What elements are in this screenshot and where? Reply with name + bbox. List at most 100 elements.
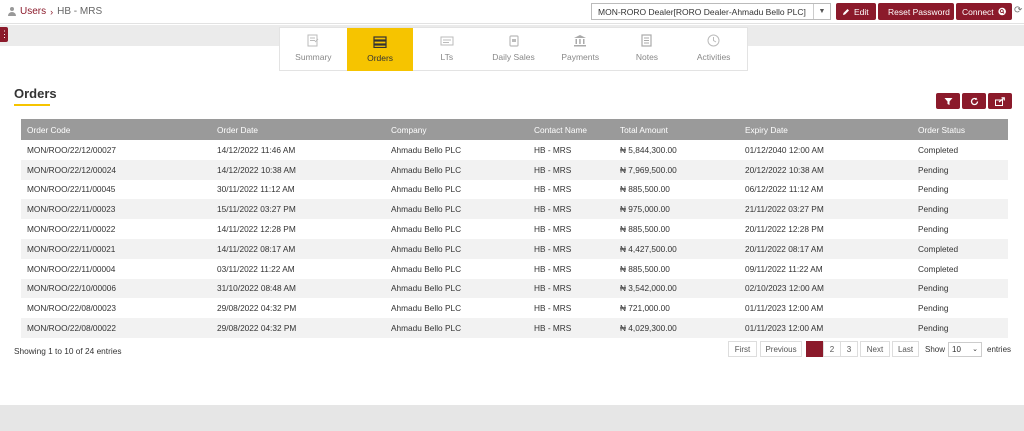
- order-code-link[interactable]: MON/ROO/22/11/00004: [21, 259, 211, 279]
- table-row[interactable]: MON/ROO/22/11/00022 14/11/2022 12:28 PM Ah…: [21, 219, 1008, 239]
- breadcrumb-current: HB - MRS: [57, 6, 103, 17]
- tab-daily-sales[interactable]: Daily Sales: [480, 28, 547, 70]
- table-cell: ₦ 4,029,300.00: [614, 318, 739, 338]
- page-size-select[interactable]: 10 ⌄: [948, 342, 982, 357]
- column-header[interactable]: Order Status: [912, 119, 1008, 140]
- column-header[interactable]: Total Amount: [614, 119, 739, 140]
- order-code-link[interactable]: MON/ROO/22/11/00023: [21, 199, 211, 220]
- order-code-link[interactable]: MON/ROO/22/11/00021: [21, 238, 211, 259]
- reset-password-label: Reset Password: [888, 6, 950, 17]
- footer: [0, 405, 1024, 431]
- table-cell: ₦ 885,500.00: [620, 224, 670, 235]
- table-cell: Ahmadu Bello PLC: [391, 224, 462, 235]
- table-cell: Ahmadu Bello PLC: [385, 159, 528, 180]
- dealer-select-value: MON-RORO Dealer[RORO Dealer-Ahmadu Bello…: [598, 7, 806, 17]
- export-button[interactable]: [988, 93, 1012, 109]
- tab-notes[interactable]: Notes: [614, 28, 681, 70]
- breadcrumb-separator: ›: [50, 6, 54, 17]
- sidebar-toggle-icon[interactable]: ⋮: [0, 27, 9, 42]
- export-icon: [995, 96, 1005, 106]
- table-cell: ₦ 885,500.00: [620, 184, 670, 195]
- table-cell: Pending: [918, 303, 949, 314]
- next-page-button[interactable]: Next: [860, 341, 890, 357]
- table-row[interactable]: MON/ROO/22/11/00045 30/11/2022 11:12 AM Ah…: [21, 180, 1008, 200]
- tab-summary[interactable]: Summary: [280, 28, 347, 70]
- order-code-link[interactable]: MON/ROO/22/12/00027: [21, 140, 211, 160]
- refresh-icon: [970, 97, 978, 105]
- order-code-link[interactable]: MON/ROO/22/10/00006: [21, 278, 211, 299]
- order-code-link[interactable]: MON/ROO/22/11/00022: [21, 219, 211, 239]
- dealer-select[interactable]: MON-RORO Dealer[RORO Dealer-Ahmadu Bello…: [591, 3, 831, 20]
- table-cell: HB - MRS: [528, 199, 614, 220]
- column-header[interactable]: Expiry Date: [739, 119, 912, 140]
- table-cell: 06/12/2022 11:12 AM: [745, 184, 824, 195]
- title-underline: [14, 104, 50, 106]
- tab-payments[interactable]: Payments: [547, 28, 614, 70]
- table-cell: 14/11/2022 12:28 PM: [217, 224, 296, 235]
- chat-icon: [998, 7, 1006, 16]
- chevron-down-icon: ⌄: [972, 346, 978, 353]
- reset-password-button[interactable]: Reset Password: [878, 3, 954, 20]
- tab-orders[interactable]: Orders: [346, 28, 414, 71]
- table-cell: Pending: [912, 159, 1008, 180]
- last-page-button[interactable]: Last: [892, 341, 919, 357]
- edit-button[interactable]: Edit: [836, 3, 876, 20]
- table-cell: ₦ 5,844,300.00: [620, 144, 677, 155]
- previous-page-button[interactable]: Previous: [760, 341, 802, 357]
- table-cell: 01/11/2023 12:00 AM: [745, 303, 824, 314]
- order-code-link[interactable]: MON/ROO/22/08/00023: [21, 298, 211, 318]
- table-cell: HB - MRS: [534, 263, 572, 274]
- order-code-link[interactable]: MON/ROO/22/08/00022: [21, 318, 211, 338]
- table-row[interactable]: MON/ROO/22/08/00023 29/08/2022 04:32 PM Ah…: [21, 298, 1008, 318]
- activities-icon: [707, 34, 721, 47]
- entries-label: entries: [987, 345, 1012, 354]
- column-header[interactable]: Order Code: [21, 119, 211, 140]
- top-bar: Users › HB - MRS MON-RORO Dealer[RORO De…: [0, 0, 1024, 24]
- page-1-button[interactable]: 1: [806, 341, 824, 357]
- table-cell: 03/11/2022 11:22 AM: [217, 263, 295, 274]
- chevron-down-icon[interactable]: ▼: [813, 4, 830, 19]
- tab-activities[interactable]: Activities: [680, 28, 747, 70]
- connect-button[interactable]: Connect: [956, 3, 1012, 20]
- table-cell: 29/08/2022 04:32 PM: [217, 303, 297, 314]
- table-cell: HB - MRS: [534, 144, 572, 155]
- table-row[interactable]: MON/ROO/22/10/00006 31/10/2022 08:48 AM Ah…: [21, 278, 1008, 299]
- table-cell: ₦ 975,000.00: [614, 199, 739, 220]
- table-cell: 01/12/2040 12:00 AM: [745, 144, 824, 155]
- tab-orders-label: Orders: [367, 53, 394, 63]
- table-cell: 14/11/2022 08:17 AM: [211, 238, 385, 259]
- user-icon: [8, 7, 16, 16]
- refresh-icon[interactable]: ⟳: [1014, 5, 1022, 16]
- orders-table-body: MON/ROO/22/12/00027 14/12/2022 11:46 AM Ah…: [21, 140, 1008, 338]
- page-3-button[interactable]: 3: [840, 341, 858, 357]
- refresh-button[interactable]: [962, 93, 986, 109]
- table-cell: Ahmadu Bello PLC: [391, 144, 462, 155]
- table-row[interactable]: MON/ROO/22/11/00004 03/11/2022 11:22 AM Ah…: [21, 259, 1008, 279]
- table-cell: ₦ 7,969,500.00: [614, 159, 739, 180]
- table-row[interactable]: MON/ROO/22/12/00024 14/12/2022 10:38 AM Ah…: [21, 159, 1008, 180]
- filter-button[interactable]: [936, 93, 960, 109]
- first-page-button[interactable]: First: [728, 341, 757, 357]
- table-row[interactable]: MON/ROO/22/11/00021 14/11/2022 08:17 AM Ah…: [21, 238, 1008, 259]
- entries-info: Showing 1 to 10 of 24 entries: [14, 346, 122, 356]
- bank-icon: [573, 34, 587, 47]
- order-code-link[interactable]: MON/ROO/22/12/00024: [21, 159, 211, 180]
- breadcrumb-users-link[interactable]: Users: [20, 6, 46, 17]
- breadcrumb: Users › HB - MRS: [8, 6, 102, 17]
- table-row[interactable]: MON/ROO/22/11/00023 15/11/2022 03:27 PM Ah…: [21, 199, 1008, 220]
- tab-lts[interactable]: LTs: [413, 28, 480, 70]
- tab-lts-label: LTs: [440, 52, 454, 62]
- order-code-link[interactable]: MON/ROO/22/11/00045: [21, 180, 211, 200]
- table-cell: Pending: [912, 199, 1008, 220]
- table-cell: Ahmadu Bello PLC: [385, 278, 528, 299]
- table-row[interactable]: MON/ROO/22/08/00022 29/08/2022 04:32 PM Ah…: [21, 318, 1008, 338]
- column-header[interactable]: Contact Name: [528, 119, 614, 140]
- column-header[interactable]: Order Date: [211, 119, 385, 140]
- table-row[interactable]: MON/ROO/22/12/00027 14/12/2022 11:46 AM Ah…: [21, 140, 1008, 160]
- page-2-button[interactable]: 2: [823, 341, 841, 357]
- column-header[interactable]: Company: [385, 119, 528, 140]
- daily-sales-icon: [507, 34, 521, 47]
- table-cell: Ahmadu Bello PLC: [385, 318, 528, 338]
- table-cell: Completed: [912, 238, 1008, 259]
- table-cell: Completed: [918, 144, 959, 155]
